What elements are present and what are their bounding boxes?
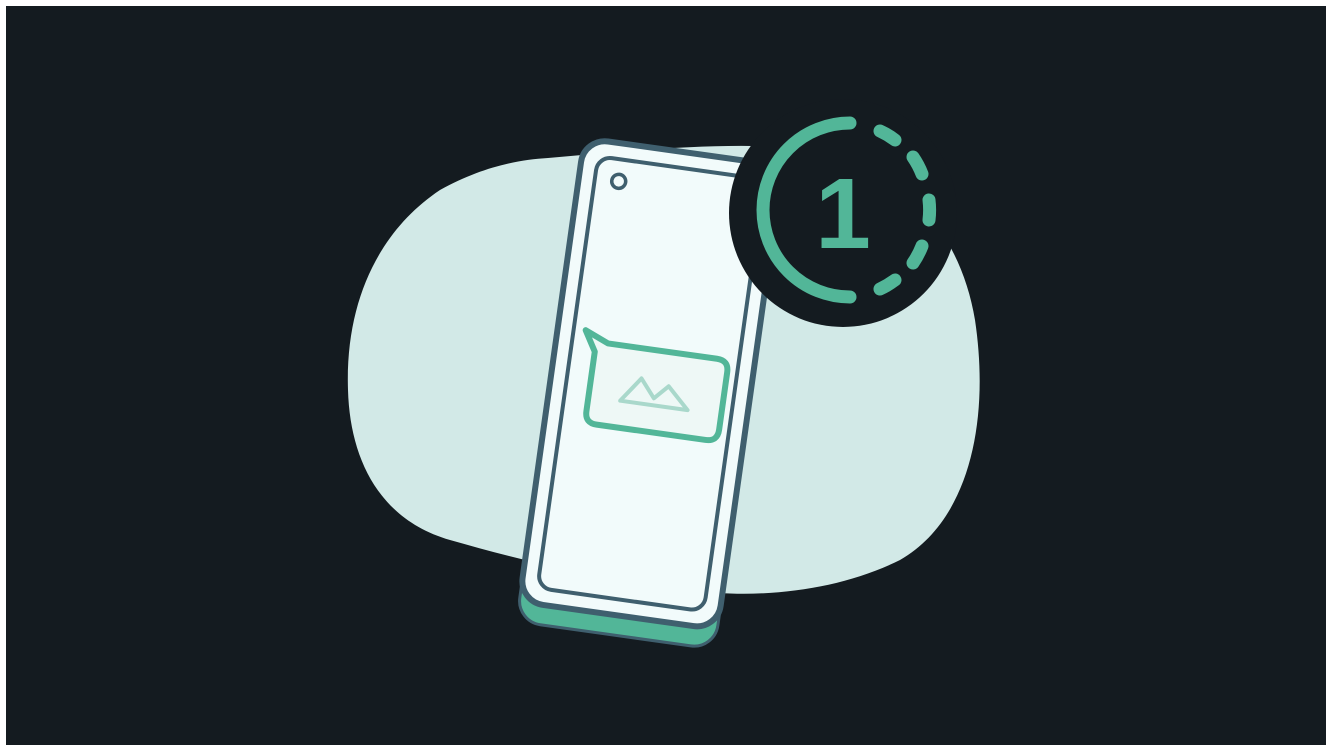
timer-ring-dash <box>873 273 902 296</box>
timer-ring-dash <box>906 239 929 270</box>
illustration-canvas: 1 <box>6 6 1326 745</box>
view-once-badge: 1 <box>729 99 957 327</box>
timer-ring-dash <box>906 150 929 181</box>
badge-number: 1 <box>815 158 871 270</box>
view-once-illustration: 1 <box>347 99 980 648</box>
timer-ring-dash <box>873 124 902 147</box>
timer-ring-dash <box>922 193 937 227</box>
